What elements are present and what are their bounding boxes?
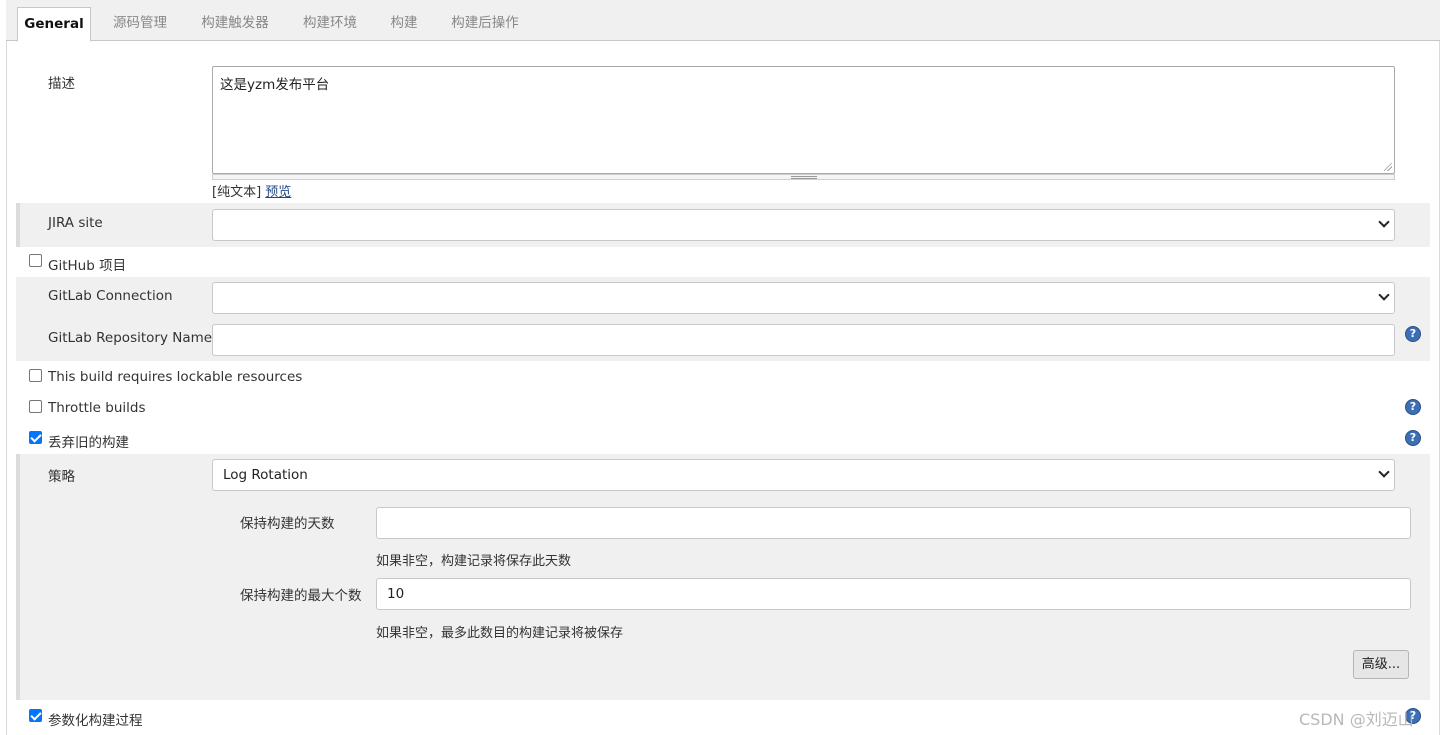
description-format-row: [纯文本] 预览 [212,181,291,200]
help-icon[interactable]: ? [1405,430,1421,446]
jira-site-select[interactable] [212,209,1395,241]
description-textarea[interactable]: 这是yzm发布平台 [212,66,1395,174]
watermark: CSDN @刘迈山 [1299,710,1414,729]
help-icon[interactable]: ? [1405,326,1421,342]
tab-source-code-management[interactable]: 源码管理 [100,7,180,41]
jira-bar [16,203,20,247]
strategy-select[interactable]: Log Rotation [212,459,1395,491]
description-label: 描述 [48,76,75,92]
max-builds-value: 10 [387,586,405,602]
lockable-resources-checkbox[interactable] [29,369,42,382]
gitlab-repo-label: GitLab Repository Name [48,330,213,346]
github-project-checkbox[interactable] [29,254,42,267]
config-tab-bar: General 源码管理 构建触发器 构建环境 构建 构建后操作 [6,0,1440,42]
chevron-down-icon [1378,466,1390,478]
advanced-button[interactable]: 高级... [1353,650,1409,679]
strategy-value: Log Rotation [223,467,308,483]
gitlab-connection-label: GitLab Connection [48,288,173,304]
throttle-builds-label: Throttle builds [48,400,146,416]
help-icon[interactable]: ? [1405,399,1421,415]
tab-post-build-actions[interactable]: 构建后操作 [438,7,532,41]
max-builds-label: 保持构建的最大个数 [240,588,362,604]
days-to-keep-input[interactable] [376,507,1411,539]
resize-grip-icon[interactable] [1384,163,1392,171]
max-builds-hint: 如果非空，最多此数目的构建记录将被保存 [376,626,624,641]
discard-old-builds-label: 丢弃旧的构建 [48,435,129,451]
plain-text-label: [纯文本] [212,185,262,200]
parameterized-build-label: 参数化构建过程 [48,713,143,729]
chevron-down-icon [1378,216,1390,228]
tab-general[interactable]: General [17,7,91,42]
gitlab-connection-select[interactable] [212,282,1395,314]
description-value: 这是yzm发布平台 [220,77,330,93]
max-builds-input[interactable]: 10 [376,578,1411,610]
strategy-label: 策略 [48,469,75,485]
throttle-builds-checkbox[interactable] [29,400,42,413]
chevron-down-icon [1378,289,1390,301]
parameterized-build-checkbox[interactable] [29,709,42,722]
tab-build-environment[interactable]: 构建环境 [290,7,370,41]
preview-link[interactable]: 预览 [265,185,291,200]
github-project-label: GitHub 项目 [48,258,127,274]
discard-bar [16,454,20,700]
days-to-keep-hint: 如果非空，构建记录将保存此天数 [376,554,572,569]
tab-build-triggers[interactable]: 构建触发器 [188,7,282,41]
gitlab-repo-input[interactable] [212,324,1395,356]
textarea-splitter[interactable] [212,174,1395,180]
jira-site-label: JIRA site [48,215,103,231]
discard-old-builds-checkbox[interactable] [29,431,42,444]
tab-build[interactable]: 构建 [378,7,430,41]
lockable-resources-label: This build requires lockable resources [48,369,303,385]
days-to-keep-label: 保持构建的天数 [240,516,335,532]
